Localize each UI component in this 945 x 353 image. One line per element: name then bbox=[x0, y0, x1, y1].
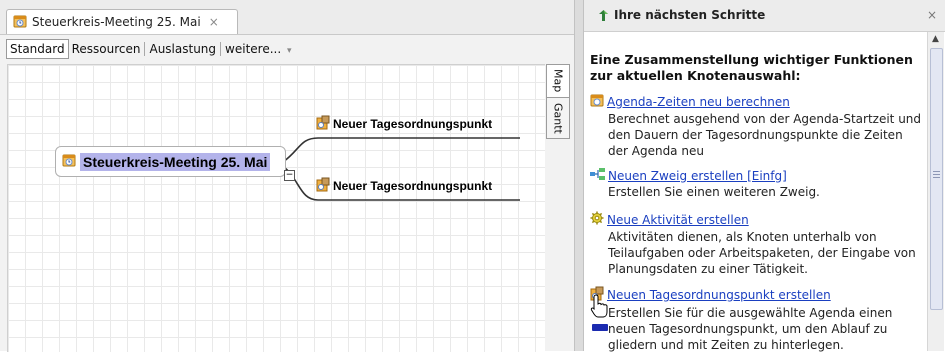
action-link-label: Agenda-Zeiten neu berechnen bbox=[607, 94, 790, 109]
editor-pane: Steuerkreis-Meeting 25. Mai × Standard R… bbox=[0, 0, 574, 352]
pin-icon bbox=[597, 9, 610, 25]
vertical-scrollbar[interactable]: ▲ bbox=[927, 32, 944, 351]
agenda-item-icon bbox=[316, 115, 330, 133]
action-item: Neuen Zweig erstellen [Einfg] Erstellen … bbox=[590, 168, 925, 200]
next-steps-header: Ihre nächsten Schritte × bbox=[584, 0, 945, 32]
agenda-icon bbox=[62, 153, 76, 170]
branch-icon bbox=[590, 168, 605, 184]
next-steps-panel: Ihre nächsten Schritte × Eine Zusammenst… bbox=[584, 0, 945, 353]
recalculate-agenda-link[interactable]: Agenda-Zeiten neu berechnen bbox=[590, 93, 925, 111]
hand-cursor-icon bbox=[590, 294, 608, 331]
create-branch-link[interactable]: Neuen Zweig erstellen [Einfg] bbox=[590, 168, 925, 184]
side-tab-map[interactable]: Map bbox=[546, 64, 570, 98]
action-link-label: Neuen Tagesordnungspunkt erstellen bbox=[607, 288, 831, 302]
agenda-item-icon bbox=[316, 177, 330, 195]
action-description: Berechnet ausgehend von der Agenda-Start… bbox=[608, 112, 922, 158]
action-item: Agenda-Zeiten neu berechnen Berechnet au… bbox=[590, 93, 925, 159]
root-node[interactable]: Steuerkreis-Meeting 25. Mai bbox=[55, 146, 286, 177]
action-link-label: Neue Aktivität erstellen bbox=[607, 212, 749, 227]
action-description: Erstellen Sie für die ausgewählte Agenda… bbox=[608, 306, 893, 352]
create-agenda-item-link[interactable]: Neuen Tagesordnungspunkt erstellen bbox=[590, 286, 925, 305]
close-icon[interactable]: × bbox=[927, 8, 937, 22]
child-node-label: Neuer Tagesordnungspunkt bbox=[333, 179, 493, 193]
collapse-toggle[interactable]: − bbox=[284, 170, 295, 181]
action-description: Aktivitäten dienen, als Knoten unterhalb… bbox=[608, 230, 916, 276]
scrollbar-thumb[interactable] bbox=[930, 48, 943, 310]
root-node-label: Steuerkreis-Meeting 25. Mai bbox=[80, 152, 271, 171]
side-tab-gantt[interactable]: Gantt bbox=[546, 98, 570, 139]
child-node-label: Neuer Tagesordnungspunkt bbox=[333, 117, 493, 131]
side-tab-gantt-label: Gantt bbox=[551, 102, 565, 134]
create-activity-link[interactable]: Neue Aktivität erstellen bbox=[590, 211, 925, 229]
action-description: Erstellen Sie einen weiteren Zweig. bbox=[608, 185, 820, 199]
action-item: Neue Aktivität erstellen Aktivitäten die… bbox=[590, 211, 925, 277]
gear-icon bbox=[590, 211, 604, 229]
action-link-label: Neuen Zweig erstellen [Einfg] bbox=[608, 168, 787, 183]
action-item: Neuen Tagesordnungspunkt erstellen Erste… bbox=[590, 286, 925, 353]
view-side-tabs: Map Gantt bbox=[546, 64, 570, 139]
side-tab-map-label: Map bbox=[551, 69, 565, 93]
child-node[interactable]: Neuer Tagesordnungspunkt bbox=[316, 177, 492, 195]
pane-splitter[interactable] bbox=[574, 0, 584, 351]
scrollbar-grip bbox=[933, 171, 940, 180]
next-steps-intro: Eine Zusammenstellung wichtiger Funktion… bbox=[590, 52, 913, 83]
agenda-icon bbox=[590, 93, 604, 111]
child-node[interactable]: Neuer Tagesordnungspunkt bbox=[316, 115, 492, 133]
scroll-up-icon[interactable]: ▲ bbox=[930, 34, 941, 44]
next-steps-title: Ihre nächsten Schritte bbox=[614, 8, 766, 22]
